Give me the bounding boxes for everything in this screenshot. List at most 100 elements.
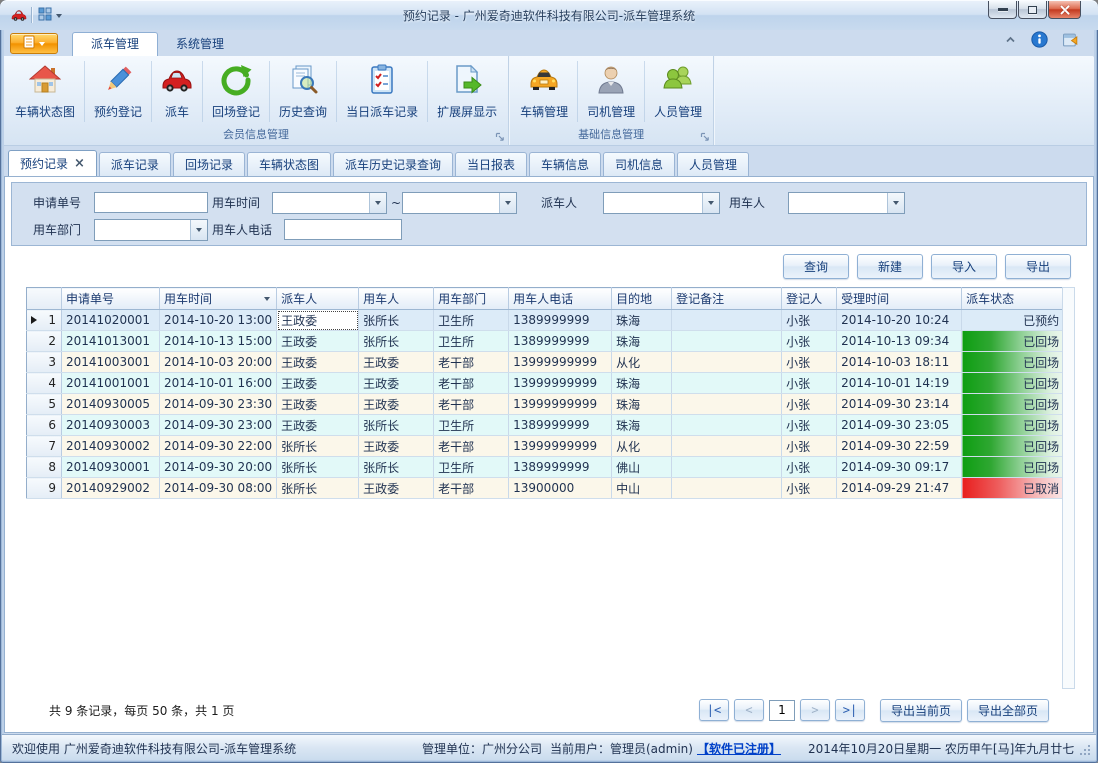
- cell-phone[interactable]: 13999999999: [509, 436, 612, 457]
- doc-tab-2[interactable]: 回场记录: [173, 152, 245, 176]
- page-number-input[interactable]: [769, 700, 795, 721]
- cell-registrar[interactable]: 小张: [782, 457, 837, 478]
- ribbon-tab-0[interactable]: 派车管理: [72, 32, 158, 56]
- cell-accept-time[interactable]: 2014-09-30 09:17: [837, 457, 962, 478]
- cell-destination[interactable]: 珠海: [612, 310, 672, 331]
- last-page-button[interactable]: >|: [835, 699, 865, 721]
- cell-remark[interactable]: [672, 373, 782, 394]
- row-header[interactable]: 1: [27, 310, 62, 331]
- cell-passenger[interactable]: 张所长: [359, 415, 434, 436]
- cell-dept[interactable]: 卫生所: [434, 331, 509, 352]
- cell-dispatcher[interactable]: 王政委: [277, 310, 359, 331]
- col-header-status[interactable]: 派车状态: [962, 288, 1064, 310]
- cell-order-no[interactable]: 20140930002: [62, 436, 160, 457]
- cell-accept-time[interactable]: 2014-10-13 09:34: [837, 331, 962, 352]
- phone-input[interactable]: [284, 219, 402, 240]
- col-header-passenger[interactable]: 用车人: [359, 288, 434, 310]
- next-page-button[interactable]: >: [800, 699, 830, 721]
- cell-dept[interactable]: 卫生所: [434, 415, 509, 436]
- cell-use-time[interactable]: 2014-09-30 23:30: [160, 394, 277, 415]
- chevron-down-icon[interactable]: [887, 193, 904, 213]
- layout-grid-icon[interactable]: [38, 7, 52, 24]
- dispatch-status-cell[interactable]: 已回场: [962, 352, 1064, 373]
- cell-remark[interactable]: [672, 331, 782, 352]
- cell-passenger[interactable]: 张所长: [359, 331, 434, 352]
- cell-phone[interactable]: 1389999999: [509, 331, 612, 352]
- ribbon-button[interactable]: 车辆管理: [511, 61, 577, 122]
- cell-accept-time[interactable]: 2014-10-03 18:11: [837, 352, 962, 373]
- doc-tab-8[interactable]: 人员管理: [677, 152, 749, 176]
- cell-remark[interactable]: [672, 457, 782, 478]
- order-no-input[interactable]: [94, 192, 208, 213]
- doc-tab-6[interactable]: 车辆信息: [529, 152, 601, 176]
- title-bar[interactable]: 预约记录 - 广州爱奇迪软件科技有限公司-派车管理系统: [0, 0, 1098, 30]
- dispatch-status-cell[interactable]: 已回场: [962, 394, 1064, 415]
- chevron-down-icon[interactable]: [499, 193, 516, 213]
- dialog-launcher-icon[interactable]: [495, 131, 505, 141]
- ribbon-button[interactable]: 派车: [151, 61, 202, 122]
- cell-dispatcher[interactable]: 王政委: [277, 331, 359, 352]
- cell-dispatcher[interactable]: 王政委: [277, 352, 359, 373]
- cell-order-no[interactable]: 20141020001: [62, 310, 160, 331]
- doc-tab-3[interactable]: 车辆状态图: [247, 152, 331, 176]
- cell-passenger[interactable]: 王政委: [359, 373, 434, 394]
- cell-remark[interactable]: [672, 415, 782, 436]
- cell-remark[interactable]: [672, 352, 782, 373]
- doc-tab-5[interactable]: 当日报表: [455, 152, 527, 176]
- resize-grip[interactable]: [1078, 743, 1090, 755]
- cell-destination[interactable]: 从化: [612, 436, 672, 457]
- row-header[interactable]: 4: [27, 373, 62, 394]
- cell-accept-time[interactable]: 2014-09-29 21:47: [837, 478, 962, 499]
- info-icon[interactable]: [1031, 31, 1048, 51]
- cell-registrar[interactable]: 小张: [782, 478, 837, 499]
- dispatch-status-cell[interactable]: 已回场: [962, 373, 1064, 394]
- cell-dispatcher[interactable]: 王政委: [277, 394, 359, 415]
- col-header-remark[interactable]: 登记备注: [672, 288, 782, 310]
- cell-destination[interactable]: 珠海: [612, 373, 672, 394]
- cell-passenger[interactable]: 王政委: [359, 352, 434, 373]
- style-icon[interactable]: [1062, 31, 1080, 51]
- cell-phone[interactable]: 1389999999: [509, 415, 612, 436]
- doc-tab-0[interactable]: 预约记录×: [8, 150, 97, 176]
- cell-dispatcher[interactable]: 王政委: [277, 415, 359, 436]
- cell-phone[interactable]: 13999999999: [509, 373, 612, 394]
- ribbon-button[interactable]: 扩展屏显示: [427, 61, 506, 122]
- prev-page-button[interactable]: <: [734, 699, 764, 721]
- col-header-accept-time[interactable]: 受理时间: [837, 288, 962, 310]
- ribbon-button[interactable]: 回场登记: [202, 61, 269, 122]
- cell-passenger[interactable]: 王政委: [359, 394, 434, 415]
- cell-accept-time[interactable]: 2014-10-01 14:19: [837, 373, 962, 394]
- cell-passenger[interactable]: 王政委: [359, 436, 434, 457]
- cell-order-no[interactable]: 20141001001: [62, 373, 160, 394]
- col-header-order-no[interactable]: 申请单号: [62, 288, 160, 310]
- cell-remark[interactable]: [672, 394, 782, 415]
- chevron-down-icon[interactable]: [369, 193, 386, 213]
- col-header-phone[interactable]: 用车人电话: [509, 288, 612, 310]
- row-header[interactable]: 2: [27, 331, 62, 352]
- import-button[interactable]: 导入: [931, 254, 997, 279]
- restore-button[interactable]: [1018, 1, 1047, 19]
- close-tab-icon[interactable]: ×: [74, 157, 85, 170]
- dispatch-status-cell[interactable]: 已回场: [962, 331, 1064, 352]
- cell-use-time[interactable]: 2014-10-03 20:00: [160, 352, 277, 373]
- col-header-dispatcher[interactable]: 派车人: [277, 288, 359, 310]
- cell-accept-time[interactable]: 2014-10-20 10:24: [837, 310, 962, 331]
- cell-remark[interactable]: [672, 478, 782, 499]
- row-header[interactable]: 5: [27, 394, 62, 415]
- row-header[interactable]: 7: [27, 436, 62, 457]
- export-all-pages-button[interactable]: 导出全部页: [967, 699, 1049, 722]
- row-header-corner[interactable]: [27, 288, 62, 310]
- cell-dept[interactable]: 老干部: [434, 373, 509, 394]
- cell-passenger[interactable]: 王政委: [359, 478, 434, 499]
- cell-dept[interactable]: 老干部: [434, 436, 509, 457]
- col-header-dept[interactable]: 用车部门: [434, 288, 509, 310]
- cell-destination[interactable]: 珠海: [612, 394, 672, 415]
- col-header-registrar[interactable]: 登记人: [782, 288, 837, 310]
- cell-use-time[interactable]: 2014-10-01 16:00: [160, 373, 277, 394]
- ribbon-button[interactable]: 当日派车记录: [336, 61, 427, 122]
- cell-phone[interactable]: 1389999999: [509, 457, 612, 478]
- time-to-combo[interactable]: [402, 192, 517, 214]
- cell-destination[interactable]: 珠海: [612, 415, 672, 436]
- app-menu-button[interactable]: [10, 33, 58, 54]
- cell-dispatcher[interactable]: 王政委: [277, 373, 359, 394]
